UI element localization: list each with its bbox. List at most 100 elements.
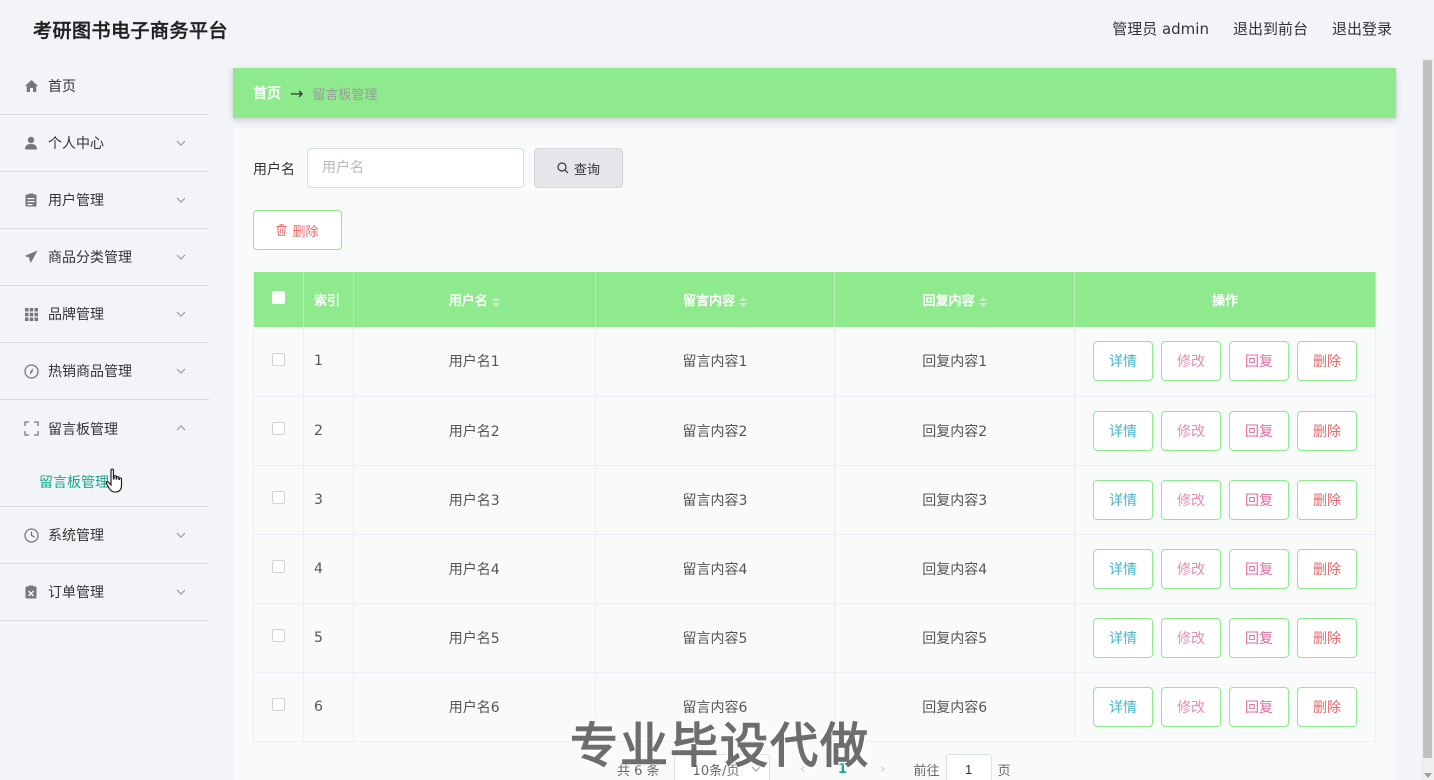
search-label: 用户名 xyxy=(253,162,295,178)
row-select-cell[interactable] xyxy=(253,465,304,535)
search-icon xyxy=(557,162,569,174)
sidebar-item-hot-products[interactable]: 热销商品管理 xyxy=(0,343,209,400)
sidebar-item-category-management[interactable]: 商品分类管理 xyxy=(0,229,209,286)
submenu-label: 留言板管理 xyxy=(39,474,109,491)
edit-button[interactable]: 修改 xyxy=(1161,686,1221,727)
sidebar-item-message-board[interactable]: 留言板管理 xyxy=(0,400,209,457)
logout-link[interactable]: 退出登录 xyxy=(1332,18,1392,39)
grid-icon xyxy=(22,305,40,323)
cell-index: 1 xyxy=(303,327,354,397)
column-header-message[interactable]: 留言内容 xyxy=(595,272,836,327)
detail-button[interactable]: 详情 xyxy=(1093,686,1153,727)
sort-icon[interactable] xyxy=(978,296,987,307)
sidebar-item-label: 商品分类管理 xyxy=(48,250,132,266)
page-number-current[interactable]: 1 xyxy=(818,762,868,777)
row-checkbox[interactable] xyxy=(271,491,285,504)
scrollbar-thumb[interactable] xyxy=(1423,60,1432,758)
column-header-username[interactable]: 用户名 xyxy=(353,272,596,327)
row-select-cell[interactable] xyxy=(253,327,304,397)
batch-delete-button[interactable]: 删除 xyxy=(253,210,342,250)
scroll-down-arrow-icon[interactable] xyxy=(1424,773,1432,778)
detail-button[interactable]: 详情 xyxy=(1093,479,1153,520)
chevron-down-icon xyxy=(176,197,186,203)
reply-button[interactable]: 回复 xyxy=(1229,410,1289,451)
sort-icon[interactable] xyxy=(491,296,500,307)
edit-button[interactable]: 修改 xyxy=(1161,410,1221,451)
clock-icon xyxy=(22,526,40,544)
pagination-total: 共 6 条 xyxy=(617,763,660,779)
row-select-cell[interactable] xyxy=(253,603,304,673)
prev-page-button[interactable]: ‹ xyxy=(788,762,818,777)
row-checkbox[interactable] xyxy=(271,698,285,711)
header-select-all[interactable] xyxy=(253,272,304,327)
column-header-reply[interactable]: 回复内容 xyxy=(834,272,1076,327)
delete-button[interactable]: 删除 xyxy=(1297,548,1357,589)
sort-icon[interactable] xyxy=(738,296,747,307)
batch-delete-label: 删除 xyxy=(292,224,319,240)
goto-label: 前往 xyxy=(913,763,940,779)
cell-username: 用户名5 xyxy=(353,603,596,673)
detail-button[interactable]: 详情 xyxy=(1093,548,1153,589)
edit-button[interactable]: 修改 xyxy=(1161,341,1221,382)
page-scrollbar[interactable] xyxy=(1421,58,1434,780)
detail-button[interactable]: 详情 xyxy=(1093,617,1153,658)
cell-reply: 回复内容6 xyxy=(834,672,1076,742)
reply-button[interactable]: 回复 xyxy=(1229,341,1289,382)
delete-button[interactable]: 删除 xyxy=(1297,410,1357,451)
chevron-up-icon xyxy=(176,425,186,431)
cell-message: 留言内容3 xyxy=(595,465,836,535)
sidebar-item-home[interactable]: 首页 xyxy=(0,58,209,115)
breadcrumb-home[interactable]: 首页 xyxy=(253,83,281,103)
admin-user-label[interactable]: 管理员 admin xyxy=(1112,18,1209,39)
reply-button[interactable]: 回复 xyxy=(1229,617,1289,658)
sidebar-item-user-management[interactable]: 用户管理 xyxy=(0,172,209,229)
detail-button[interactable]: 详情 xyxy=(1093,410,1153,451)
sidebar-item-brand-management[interactable]: 品牌管理 xyxy=(0,286,209,343)
chevron-down-icon xyxy=(176,254,186,260)
pagination: 共 6 条 10条/页 ‹ 1 › 前往 页 xyxy=(617,754,1011,780)
cell-username: 用户名3 xyxy=(353,465,596,535)
cell-username: 用户名2 xyxy=(353,396,596,466)
sidebar-item-system-management[interactable]: 系统管理 xyxy=(0,507,209,564)
cell-username: 用户名6 xyxy=(353,672,596,742)
query-button[interactable]: 查询 xyxy=(534,148,623,188)
edit-button[interactable]: 修改 xyxy=(1161,479,1221,520)
next-page-button[interactable]: › xyxy=(868,762,898,777)
column-header-label: 操作 xyxy=(1212,294,1239,309)
reply-button[interactable]: 回复 xyxy=(1229,548,1289,589)
reply-button[interactable]: 回复 xyxy=(1229,686,1289,727)
delete-button[interactable]: 删除 xyxy=(1297,617,1357,658)
sidebar-item-order-management[interactable]: 订单管理 xyxy=(0,564,209,621)
edit-button[interactable]: 修改 xyxy=(1161,548,1221,589)
top-header: 考研图书电子商务平台 管理员 admin 退出到前台 退出登录 xyxy=(0,0,1434,58)
breadcrumb-arrow: → xyxy=(290,83,304,103)
edit-button[interactable]: 修改 xyxy=(1161,617,1221,658)
table-row: 4 用户名4 留言内容4 回复内容4 详情 修改 回复 删除 xyxy=(253,534,1376,604)
cell-actions: 详情 修改 回复 删除 xyxy=(1074,465,1376,535)
reply-button[interactable]: 回复 xyxy=(1229,479,1289,520)
row-select-cell[interactable] xyxy=(253,672,304,742)
delete-button[interactable]: 删除 xyxy=(1297,341,1357,382)
goto-page-input[interactable] xyxy=(945,754,992,780)
cell-index: 6 xyxy=(303,672,354,742)
username-search-input[interactable] xyxy=(307,148,524,188)
app-title: 考研图书电子商务平台 xyxy=(33,20,229,42)
row-select-cell[interactable] xyxy=(253,396,304,466)
delete-box-icon xyxy=(22,583,40,601)
back-to-frontend-link[interactable]: 退出到前台 xyxy=(1233,18,1308,39)
table-header-row: 索引 用户名 留言内容 回复内容 操作 xyxy=(253,272,1376,327)
sidebar-item-personal-center[interactable]: 个人中心 xyxy=(0,115,209,172)
cell-actions: 详情 修改 回复 删除 xyxy=(1074,396,1376,466)
row-select-cell[interactable] xyxy=(253,534,304,604)
delete-button[interactable]: 删除 xyxy=(1297,479,1357,520)
row-checkbox[interactable] xyxy=(271,352,285,366)
page-size-select[interactable]: 10条/页 xyxy=(673,754,770,780)
row-checkbox[interactable] xyxy=(271,629,285,642)
cell-actions: 详情 修改 回复 删除 xyxy=(1074,672,1376,742)
select-all-checkbox[interactable] xyxy=(271,291,285,304)
compass-icon xyxy=(22,362,40,380)
detail-button[interactable]: 详情 xyxy=(1093,341,1153,382)
delete-button[interactable]: 删除 xyxy=(1297,686,1357,727)
row-checkbox[interactable] xyxy=(271,560,285,573)
row-checkbox[interactable] xyxy=(271,422,285,435)
